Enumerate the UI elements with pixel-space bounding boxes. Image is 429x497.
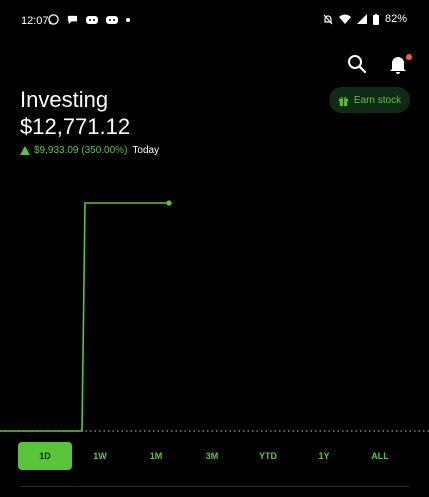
mute-icon	[323, 14, 333, 24]
change-amount: $9,933.09 (350.00%)	[34, 145, 128, 156]
range-1y[interactable]: 1Y	[296, 442, 352, 470]
divider	[20, 486, 409, 487]
status-bar: 12:07 82%	[0, 0, 429, 40]
signal-icon	[356, 14, 367, 24]
range-1w[interactable]: 1W	[72, 442, 128, 470]
up-arrow-icon	[20, 146, 30, 155]
range-1d[interactable]: 1D	[18, 442, 72, 470]
range-3m[interactable]: 3M	[184, 442, 240, 470]
earn-stock-button[interactable]: Earn stock	[329, 87, 410, 113]
search-button[interactable]	[347, 54, 369, 76]
system-icons: 82%	[323, 13, 407, 25]
discord-icon-2	[106, 15, 118, 24]
gift-icon	[338, 96, 348, 106]
notification-badge	[406, 54, 412, 60]
portfolio-chart[interactable]	[0, 190, 429, 435]
price-line	[0, 202, 169, 432]
range-1m[interactable]: 1M	[128, 442, 184, 470]
earn-stock-label: Earn stock	[353, 94, 402, 106]
current-point-marker	[166, 200, 172, 206]
bell-icon	[390, 57, 406, 74]
status-time: 12:07	[21, 15, 49, 27]
range-selector: 1D 1W 1M 3M YTD 1Y ALL	[18, 442, 410, 470]
range-ytd[interactable]: YTD	[240, 442, 296, 470]
chat-icon	[67, 15, 78, 25]
range-all[interactable]: ALL	[352, 442, 408, 470]
page-title: Investing	[20, 87, 109, 112]
header-actions	[347, 54, 412, 76]
portfolio-change: $9,933.09 (350.00%) Today	[20, 145, 159, 156]
battery-icon	[372, 13, 379, 25]
notifications-button[interactable]	[389, 54, 412, 76]
wifi-icon	[338, 14, 351, 24]
search-icon	[348, 55, 367, 74]
portfolio-value: $12,771.12	[20, 114, 131, 139]
whatsapp-icon	[48, 14, 59, 25]
battery-percent: 82%	[384, 13, 407, 25]
notification-icons	[48, 14, 130, 25]
more-dot-icon	[126, 17, 130, 22]
change-period: Today	[132, 145, 160, 156]
discord-icon	[86, 15, 98, 24]
